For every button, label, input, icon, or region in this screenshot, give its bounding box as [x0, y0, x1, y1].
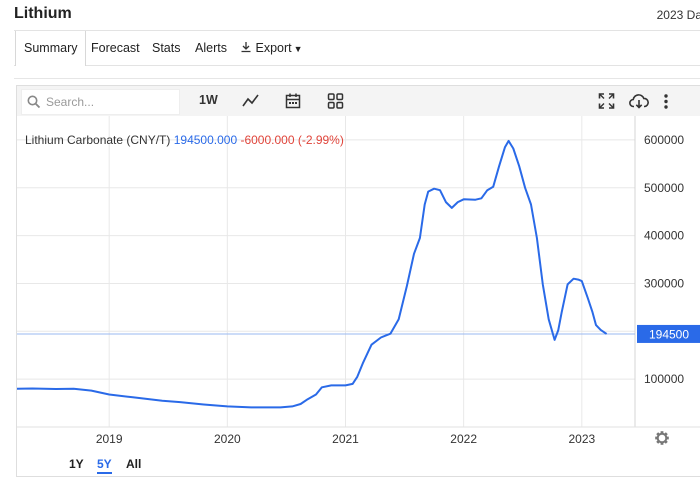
- y-tick-label: 600000: [644, 133, 684, 147]
- grid-icon[interactable]: [327, 91, 344, 111]
- search-icon: [27, 95, 41, 109]
- tab-summary[interactable]: Summary: [15, 31, 87, 66]
- period-1y[interactable]: 1Y: [69, 457, 84, 471]
- search-input[interactable]: [44, 92, 178, 112]
- period-all[interactable]: All: [126, 457, 141, 471]
- current-price-label: 194500: [649, 327, 689, 341]
- y-tick-label: 400000: [644, 229, 684, 243]
- calendar-icon[interactable]: [285, 91, 301, 111]
- period-5y[interactable]: 5Y: [97, 457, 112, 474]
- x-tick-label: 2022: [450, 432, 477, 446]
- x-tick-label: 2019: [96, 432, 123, 446]
- chart-toolbar: 1W: [17, 86, 700, 116]
- legend-series-name: Lithium Carbonate (CNY/T): [25, 133, 174, 147]
- page-title: Lithium: [14, 5, 72, 22]
- chart-legend: Lithium Carbonate (CNY/T) 194500.000 -60…: [25, 133, 344, 147]
- line-chart-icon[interactable]: [242, 91, 260, 111]
- tab-alerts[interactable]: Alerts: [195, 31, 227, 65]
- y-tick-label: 500000: [644, 181, 684, 195]
- tab-export[interactable]: Export ▼: [240, 31, 303, 65]
- fullscreen-icon[interactable]: [598, 91, 615, 111]
- more-vert-icon[interactable]: [662, 91, 670, 111]
- legend-change: -6000.000 (-2.99%): [240, 133, 343, 147]
- interval-button[interactable]: 1W: [199, 93, 218, 113]
- export-label: Export: [255, 41, 292, 55]
- price-chart[interactable]: 1000002000003000004000005000006000002019…: [17, 86, 700, 476]
- settings-gear-icon[interactable]: [655, 431, 669, 445]
- tab-bar: Summary Forecast Stats Alerts Export ▼: [14, 30, 700, 66]
- y-tick-label: 300000: [644, 276, 684, 290]
- search-box[interactable]: [21, 89, 180, 115]
- cloud-download-icon[interactable]: [629, 91, 649, 111]
- tab-stats[interactable]: Stats: [152, 31, 181, 65]
- tab-forecast[interactable]: Forecast: [91, 31, 140, 65]
- series-line-0: [17, 139, 608, 409]
- chevron-down-icon: ▼: [293, 44, 303, 54]
- chart-panel: 1000002000003000004000005000006000002019…: [16, 85, 700, 477]
- panel-top-divider: [14, 64, 700, 79]
- download-icon: [241, 42, 251, 53]
- x-tick-label: 2021: [332, 432, 359, 446]
- y-tick-label: 100000: [644, 372, 684, 386]
- date-text: 2023 Da: [656, 8, 700, 22]
- legend-last-value: 194500.000: [174, 133, 241, 147]
- x-tick-label: 2023: [568, 432, 595, 446]
- x-tick-label: 2020: [214, 432, 241, 446]
